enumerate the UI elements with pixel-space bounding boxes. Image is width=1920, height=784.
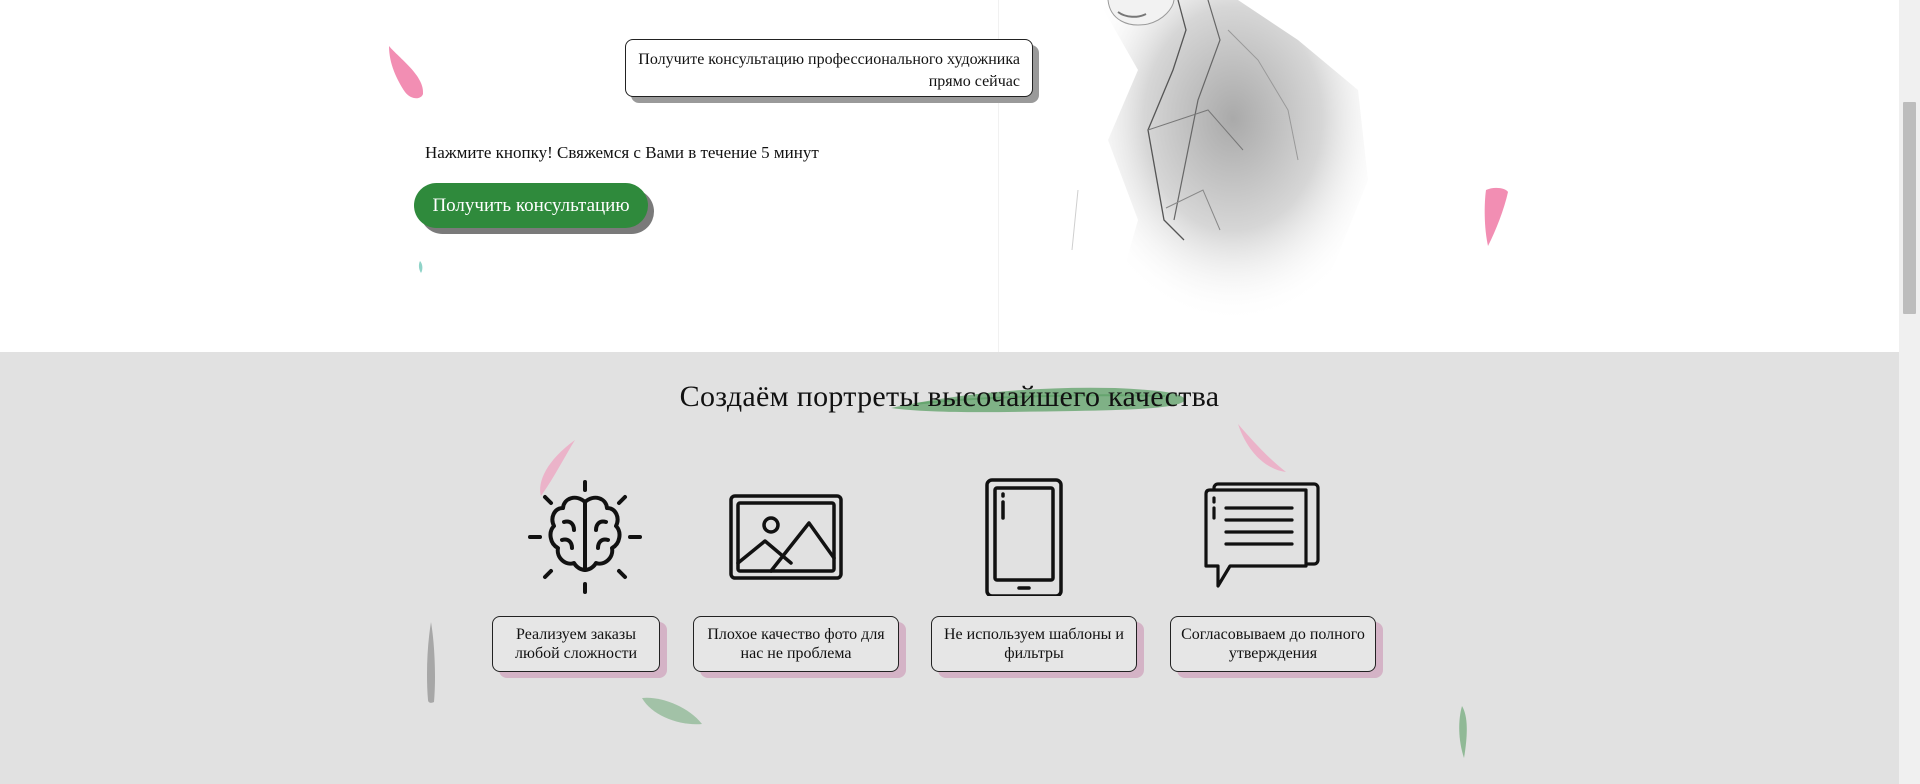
feature-badge: Плохое качество фото для нас не проблема xyxy=(693,616,899,672)
portrait-illustration xyxy=(998,0,1368,352)
petal-decoration xyxy=(427,622,435,703)
feature-label: Реализуем заказы любой сложности xyxy=(515,626,637,662)
feature-badge: Не используем шаблоны и фильтры xyxy=(931,616,1137,672)
smartphone-icon xyxy=(985,478,1063,596)
petal-decoration xyxy=(1459,706,1467,758)
feature-label: Не используем шаблоны и фильтры xyxy=(944,626,1124,662)
image-frame-icon xyxy=(729,494,843,580)
quality-features-section: Создаём портреты высочайшего качества Ре… xyxy=(0,352,1899,784)
petal-decoration xyxy=(418,261,423,273)
bubble-text: Получите консультацию профессионального … xyxy=(638,51,1020,90)
petal-decoration xyxy=(642,697,702,725)
chat-bubbles-icon xyxy=(1204,482,1320,588)
section-title: Создаём портреты высочайшего качества xyxy=(679,380,1220,413)
petal-decoration xyxy=(1238,424,1286,472)
consultation-speech-bubble: Получите консультацию профессионального … xyxy=(625,39,1033,97)
hero-section: Получите консультацию профессионального … xyxy=(0,0,1899,352)
feature-badge: Реализуем заказы любой сложности xyxy=(492,616,660,672)
feature-label: Согласовываем до полного утверждения xyxy=(1181,626,1365,662)
feature-label: Плохое качество фото для нас не проблема xyxy=(707,626,885,662)
petal-decoration xyxy=(1484,187,1508,246)
scrollbar-thumb[interactable] xyxy=(1903,102,1916,314)
callback-hint-text: Нажмите кнопку! Свяжемся с Вами в течени… xyxy=(425,143,819,162)
get-consultation-button[interactable]: Получить консультацию xyxy=(414,183,648,228)
feature-badge: Согласовываем до полного утверждения xyxy=(1170,616,1376,672)
petal-decoration xyxy=(389,46,424,99)
brain-icon xyxy=(528,480,642,594)
